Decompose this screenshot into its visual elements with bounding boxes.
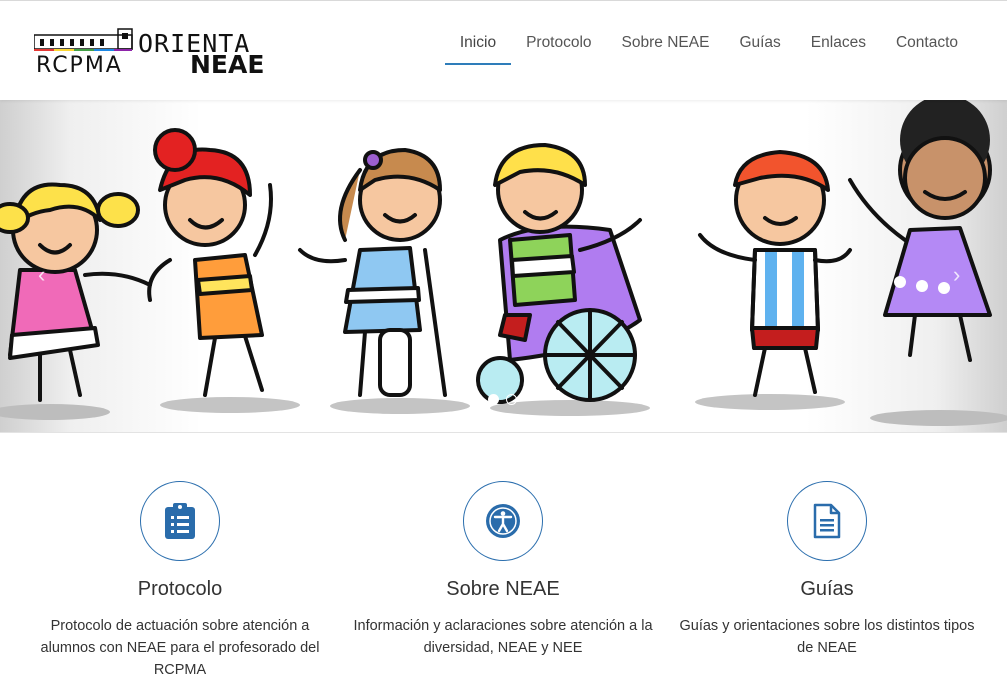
feature-icon-circle[interactable] [140, 481, 220, 561]
hero-illustration [0, 100, 1007, 426]
school-logo-icon [34, 28, 133, 51]
carousel-dot-1[interactable] [488, 394, 499, 405]
feature-title[interactable]: Guías [677, 578, 977, 601]
features-section: Protocolo Protocolo de actuación sobre a… [0, 433, 1007, 686]
carousel-prev-icon[interactable]: ‹ [38, 262, 45, 288]
nav-enlaces[interactable]: Enlaces [796, 33, 881, 65]
clipboard-list-icon [165, 503, 195, 539]
feature-description: Información y aclaraciones sobre atenció… [353, 618, 653, 656]
accessibility-icon [486, 504, 520, 538]
feature-description: Guías y orientaciones sobre los distinto… [679, 618, 975, 656]
logo-text-rcpma: RCPMA [36, 53, 123, 78]
carousel-next-icon[interactable]: › [953, 262, 960, 288]
nav-sobre-neae[interactable]: Sobre NEAE [607, 33, 725, 65]
carousel-indicators [488, 394, 517, 405]
logo-text-neae: NEAE [190, 50, 265, 79]
site-header: ORIENTA RCPMA NEAE Inicio Protocolo Sobr… [0, 0, 1007, 100]
nav-protocolo[interactable]: Protocolo [511, 33, 606, 65]
carousel-dot-2[interactable] [506, 394, 517, 405]
hero-carousel[interactable] [0, 100, 1007, 433]
nav-contacto[interactable]: Contacto [881, 33, 973, 65]
nav-guias[interactable]: Guías [724, 33, 795, 65]
document-icon [813, 503, 841, 539]
feature-title[interactable]: Sobre NEAE [353, 578, 653, 601]
site-logo[interactable]: ORIENTA RCPMA NEAE [34, 25, 274, 81]
main-nav: Inicio Protocolo Sobre NEAE Guías Enlace… [444, 1, 973, 101]
feature-icon-circle[interactable] [463, 481, 543, 561]
feature-icon-circle[interactable] [787, 481, 867, 561]
feature-description: Protocolo de actuación sobre atención a … [40, 618, 320, 678]
nav-inicio[interactable]: Inicio [444, 33, 512, 65]
feature-title[interactable]: Protocolo [30, 578, 330, 601]
